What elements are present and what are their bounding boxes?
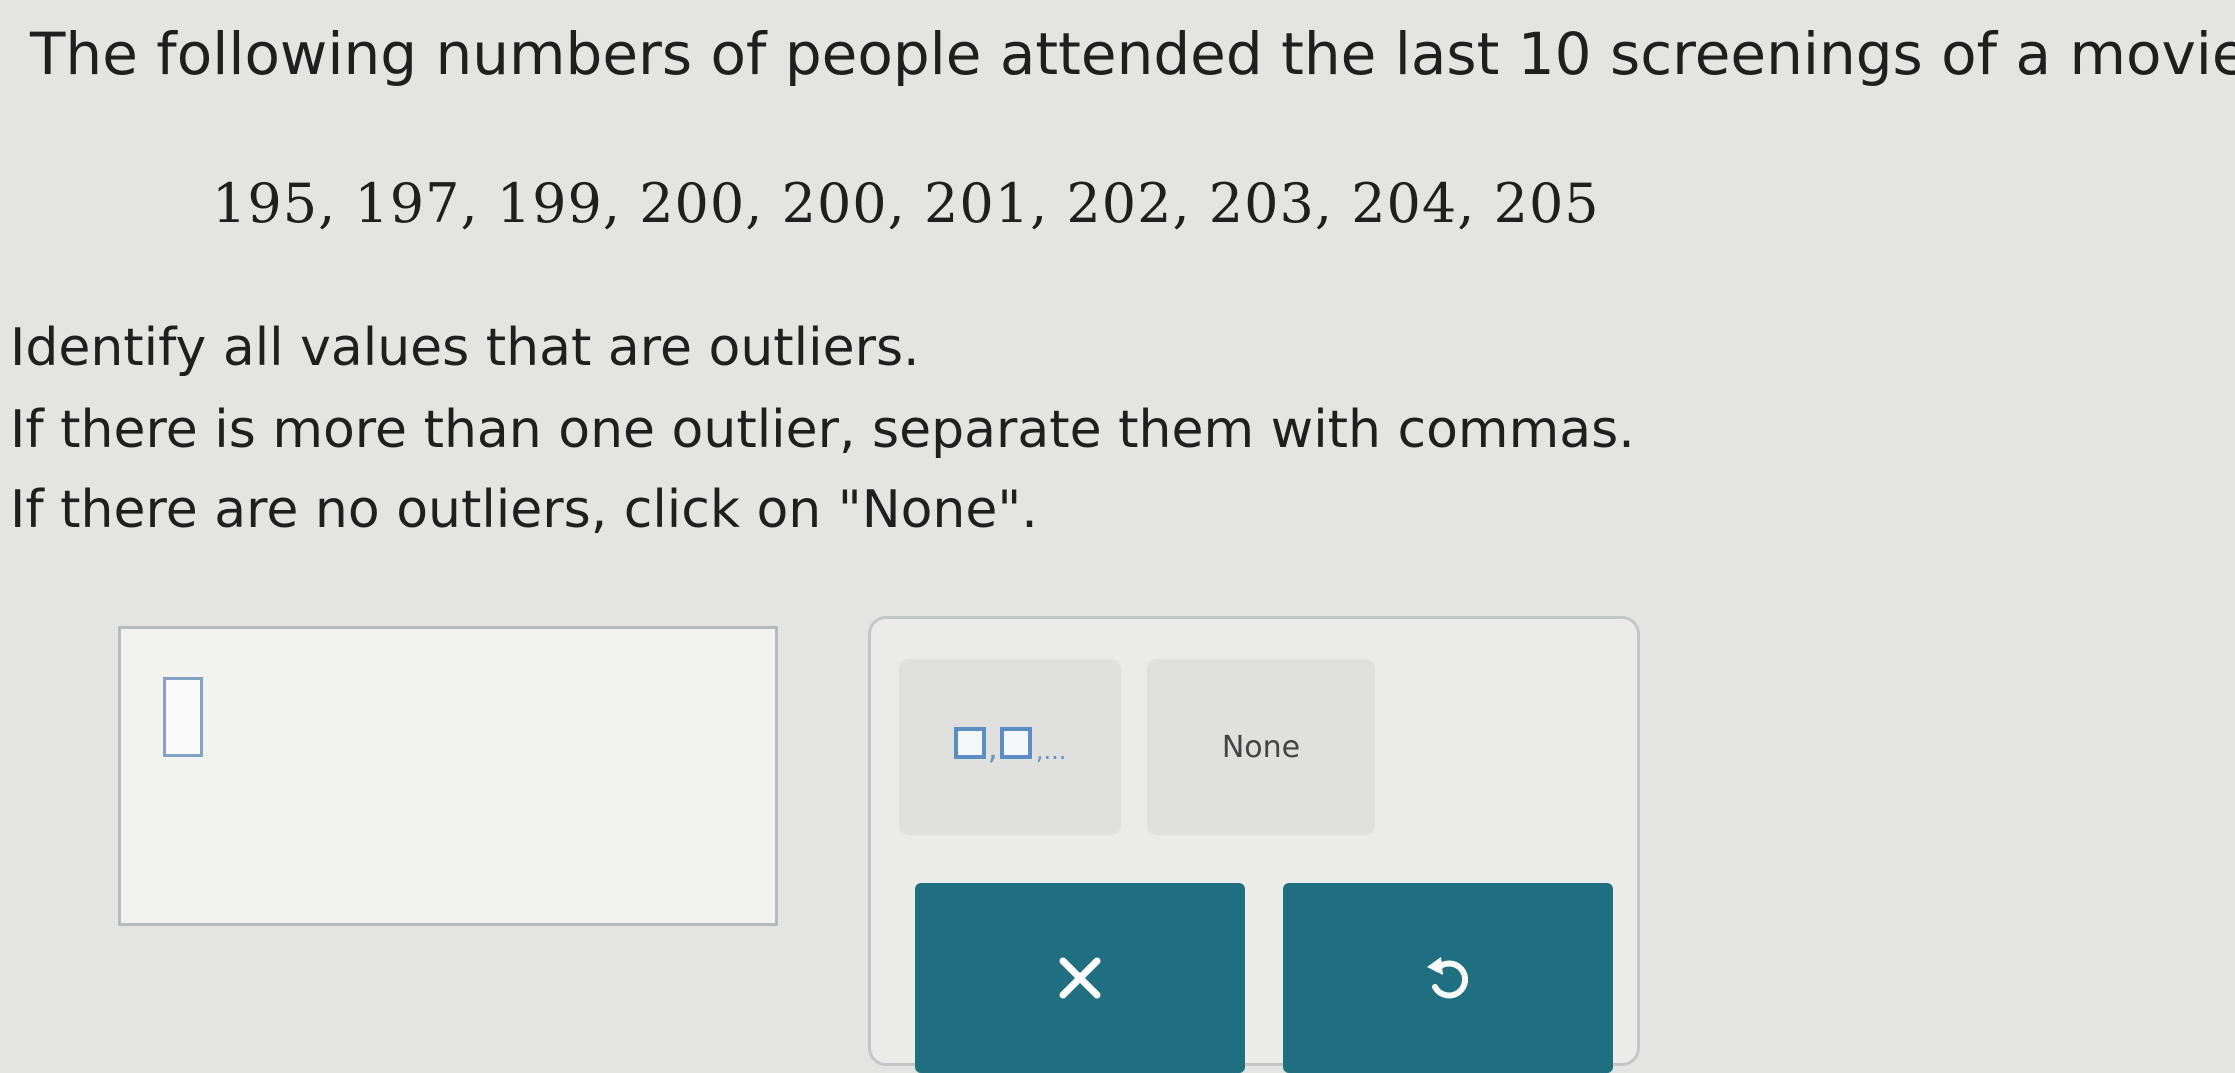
none-button[interactable]: None <box>1147 659 1375 835</box>
undo-button[interactable] <box>1283 883 1613 1073</box>
clear-button[interactable] <box>915 883 1245 1073</box>
question-intro: The following numbers of people attended… <box>30 20 2235 88</box>
instruction-line-2: If there is more than one outlier, separ… <box>10 400 1635 460</box>
close-icon <box>1059 957 1101 999</box>
data-values: 195, 197, 199, 200, 200, 201, 202, 203, … <box>212 172 1600 235</box>
answer-area <box>118 626 778 926</box>
instruction-line-1: Identify all values that are outliers. <box>10 318 920 378</box>
undo-icon <box>1427 957 1469 999</box>
answer-tool-panel: ,,... None <box>868 616 1640 1073</box>
answer-input[interactable] <box>163 677 203 757</box>
comma-separated-list-icon: ,,... <box>953 727 1066 767</box>
instruction-line-3: If there are no outliers, click on "None… <box>10 480 1038 540</box>
list-template-button[interactable]: ,,... <box>899 659 1121 835</box>
